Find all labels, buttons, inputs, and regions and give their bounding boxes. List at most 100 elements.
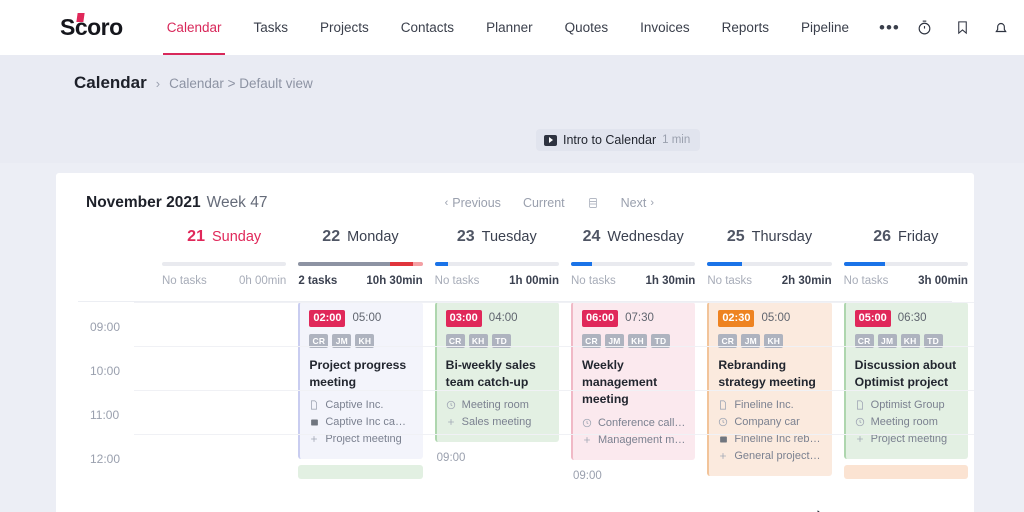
day-events-column-friday[interactable]: 05:00 06:30 CR JM KH TD Discussion about Optim…	[838, 302, 974, 502]
project-icon	[309, 417, 319, 427]
nav-item-invoices[interactable]: Invoices	[624, 0, 706, 55]
hour-gridline	[134, 346, 974, 347]
project-icon	[718, 434, 728, 444]
nav-item-contacts[interactable]: Contacts	[385, 0, 470, 55]
bell-icon[interactable]	[990, 17, 1012, 39]
day-events-column-wednesday[interactable]: 06:00 07:30 CR JM KH TD Weekly management meet…	[565, 302, 701, 502]
app-window: Scoro Calendar Tasks Projects Contacts Plann…	[0, 0, 1024, 512]
calendar-event-card[interactable]: 05:00 06:30 CR JM KH TD Discussion about Optim…	[843, 302, 968, 460]
day-column-header-thursday[interactable]: 25 Thursday No tasks 2h 30min	[701, 222, 837, 287]
tag-icon	[309, 434, 319, 444]
nav-item-tasks[interactable]: Tasks	[237, 0, 304, 55]
next-chevron-icon: ›	[650, 197, 654, 209]
day-column-header-monday[interactable]: 22 Monday 2 tasks 10h 30min	[292, 222, 428, 287]
progress-segment	[843, 262, 885, 266]
intro-to-calendar-chip[interactable]: Intro to Calendar 1 min	[536, 129, 701, 151]
next-button[interactable]: Next ›	[621, 196, 654, 210]
event-start-badge: 06:00	[581, 310, 619, 327]
day-stats: 2 tasks 10h 30min	[298, 266, 422, 287]
day-events-column-tuesday[interactable]: 03:00 04:00 CR KH TD Bi-weekly sales team cat…	[429, 302, 565, 502]
mouse-cursor	[816, 508, 822, 512]
day-stats: No tasks 2h 30min	[707, 266, 831, 287]
progress-segment	[434, 262, 449, 266]
event-end-time: 05:00	[352, 312, 382, 325]
timer-icon[interactable]	[914, 17, 936, 39]
clock-icon	[855, 417, 865, 427]
intro-chip-label: Intro to Calendar	[563, 133, 657, 147]
hour-gridline	[134, 302, 974, 303]
event-end-time: 04:00	[488, 312, 518, 325]
day-column-header-friday[interactable]: 26 Friday No tasks 3h 00min	[838, 222, 974, 287]
breadcrumb-separator: ›	[155, 75, 161, 91]
bookmark-icon[interactable]	[952, 17, 974, 39]
previous-button[interactable]: ‹ Previous	[445, 196, 501, 210]
current-button[interactable]: Current	[523, 196, 565, 210]
time-gutter: 09:00 10:00 11:00 12:00	[78, 302, 156, 502]
hour-gridline	[134, 434, 974, 435]
top-navigation-bar: Scoro Calendar Tasks Projects Contacts Plann…	[0, 0, 1024, 55]
calendar-event-card[interactable]: 02:00 05:00 CR JM KH Project progress meeting…	[298, 302, 423, 460]
day-events-column-sunday[interactable]	[156, 302, 292, 502]
calendar-month: November 2021	[86, 194, 201, 211]
calendar-nav-buttons: ‹ Previous Current Next ›	[445, 196, 954, 210]
nav-item-quotes[interactable]: Quotes	[549, 0, 625, 55]
event-end-time: 05:00	[761, 312, 791, 325]
day-column-header-sunday[interactable]: 21 Sunday No tasks 0h 00min	[156, 222, 292, 287]
day-title: 23 Tuesday	[435, 222, 559, 246]
next-event-stub[interactable]	[298, 465, 423, 480]
event-title: Discussion about Optimist project	[854, 357, 957, 389]
intro-chip-duration: 1 min	[662, 134, 691, 146]
day-events-column-thursday[interactable]: 02:30 05:00 CR JM KH Rebranding strategy meet…	[701, 302, 837, 502]
event-title: Weekly management meeting	[581, 357, 658, 407]
nav-item-planner[interactable]: Planner	[470, 0, 549, 55]
day-total-hours: 2h 30min	[781, 275, 832, 287]
current-label: Current	[522, 196, 565, 210]
day-column-header-tuesday[interactable]: 23 Tuesday No tasks 1h 00min	[429, 222, 565, 287]
file-icon	[309, 400, 319, 410]
file-icon	[718, 400, 728, 410]
next-event-stub[interactable]	[843, 465, 968, 480]
nav-item-calendar[interactable]: Calendar	[151, 0, 238, 55]
event-time-row: 03:00 04:00	[445, 310, 550, 327]
progress-segment	[390, 262, 413, 266]
event-meta-row: Project meeting	[855, 433, 959, 445]
nav-item-projects[interactable]: Projects	[304, 0, 385, 55]
nav-item-reports[interactable]: Reports	[706, 0, 785, 55]
time-label: 10:00	[90, 364, 121, 378]
scoro-logo[interactable]: Scoro	[60, 13, 123, 41]
nav-item-pipeline[interactable]: Pipeline	[785, 0, 865, 55]
more-nav-icon[interactable]: •••	[865, 0, 914, 55]
event-meta-text: Optimist Group	[870, 399, 945, 412]
event-meta-text: Meeting room	[870, 416, 938, 429]
day-title: 21 Sunday	[162, 222, 286, 246]
event-meta-text: Meeting room	[461, 399, 529, 412]
day-name: Friday	[898, 229, 939, 245]
event-meta-text: Project meeting	[325, 433, 402, 446]
next-label: Next	[620, 196, 647, 210]
event-time-row: 02:00 05:00	[309, 310, 413, 327]
event-meta-row: Captive Inc.	[309, 399, 413, 411]
day-name: Thursday	[751, 229, 813, 245]
tag-icon	[855, 434, 865, 444]
event-meta-row: Conference call room	[582, 417, 686, 429]
calendar-event-card[interactable]: 03:00 04:00 CR KH TD Bi-weekly sales team cat…	[434, 302, 559, 443]
day-number: 22	[322, 228, 341, 245]
day-header-row: 21 Sunday No tasks 0h 00min 22 Monday 2 tasks 1…	[56, 222, 974, 287]
event-meta-text: Fineline Inc.	[734, 399, 794, 412]
breadcrumb-path[interactable]: Calendar > Default view	[169, 76, 313, 91]
date-picker-button[interactable]	[587, 196, 599, 210]
day-title: 25 Thursday	[707, 222, 831, 246]
day-task-count: 2 tasks	[298, 275, 338, 287]
tag-icon	[582, 435, 592, 445]
calendar-body: 09:00 10:00 11:00 12:00 02:00 05:00 CR JM KH Pro…	[56, 302, 974, 502]
day-task-count: No tasks	[843, 275, 889, 287]
day-total-hours: 0h 00min	[239, 275, 287, 287]
calendar-header: November 2021 Week 47 ‹ Previous Current…	[56, 178, 974, 222]
event-meta-row: Meeting room	[855, 416, 959, 428]
day-column-header-wednesday[interactable]: 24 Wednesday No tasks 1h 30min	[565, 222, 701, 287]
event-end-time: 07:30	[625, 312, 654, 325]
day-events-column-monday[interactable]: 02:00 05:00 CR JM KH Project progress meeting…	[292, 302, 428, 502]
event-title: Project progress meeting	[309, 357, 407, 389]
calendar-icon	[588, 198, 597, 208]
calendar-event-card[interactable]: 06:00 07:30 CR JM KH TD Weekly management meet…	[570, 302, 696, 460]
